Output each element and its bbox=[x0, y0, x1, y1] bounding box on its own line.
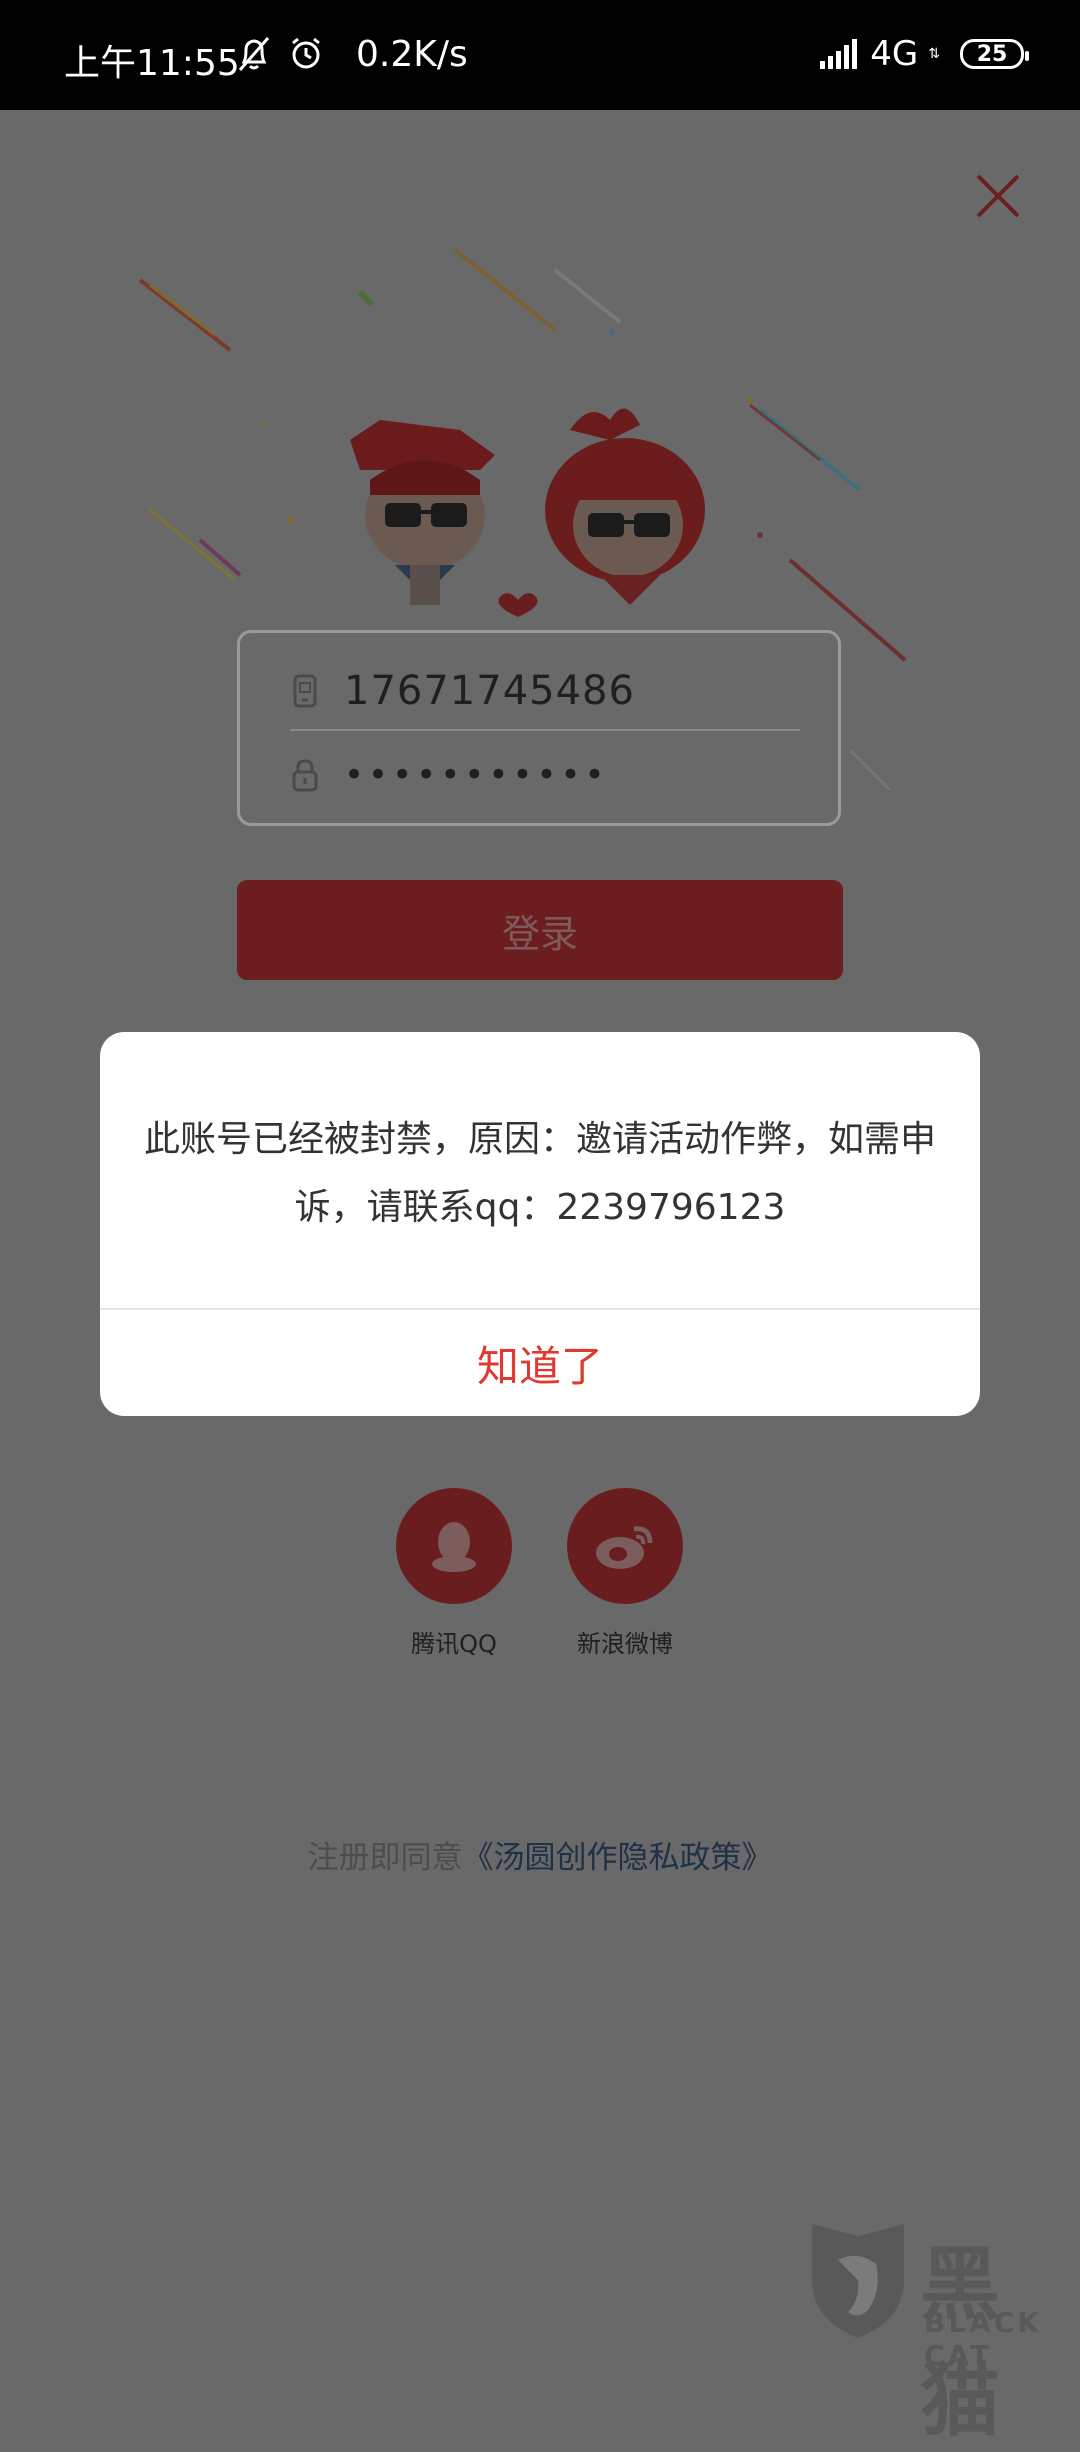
qq-label: 腾讯QQ bbox=[411, 1630, 497, 1658]
dialog-message: 此账号已经被封禁，原因：邀请活动作弊，如需申诉，请联系qq：2239796123 bbox=[143, 1119, 936, 1228]
password-value: ••••••••••• bbox=[344, 755, 609, 795]
status-bar: 上午11:55 0.2K/s 4G ⇅ 25 bbox=[0, 0, 1080, 110]
qq-icon bbox=[396, 1488, 512, 1604]
network-speed: 0.2K/s bbox=[356, 34, 468, 75]
phone-field[interactable]: 17671745486 bbox=[290, 653, 800, 731]
watermark-subtext: BLACK CAT bbox=[924, 2306, 1043, 2372]
privacy-policy-link[interactable]: 《汤圆创作隐私政策》 bbox=[463, 1840, 773, 1876]
status-icons bbox=[236, 30, 324, 78]
watermark: 黑猫 BLACK CAT bbox=[808, 2220, 1080, 2447]
login-form: 17671745486 ••••••••••• bbox=[237, 630, 841, 826]
mute-bell-icon bbox=[238, 37, 270, 71]
status-time: 上午11:55 bbox=[64, 43, 240, 84]
phone-icon bbox=[290, 672, 320, 710]
login-button-label: 登录 bbox=[501, 911, 578, 956]
privacy-policy-line: 注册即同意《汤圆创作隐私政策》 bbox=[0, 1832, 1080, 1877]
battery-icon: 25 bbox=[960, 39, 1029, 69]
ban-alert-dialog: 此账号已经被封禁，原因：邀请活动作弊，如需申诉，请联系qq：2239796123… bbox=[100, 1032, 980, 1416]
cat-logo-icon bbox=[812, 2224, 904, 2338]
battery-level: 25 bbox=[976, 41, 1008, 67]
dialog-confirm-label: 知道了 bbox=[476, 1341, 603, 1391]
alarm-icon bbox=[292, 37, 320, 69]
phone-value: 17671745486 bbox=[344, 668, 635, 714]
password-field[interactable]: ••••••••••• bbox=[290, 743, 800, 807]
close-icon[interactable] bbox=[972, 170, 1024, 222]
weibo-icon bbox=[567, 1488, 683, 1604]
signal-icon bbox=[820, 39, 858, 69]
weibo-login-button[interactable]: 新浪微博 bbox=[535, 1488, 715, 1659]
status-right: 4G ⇅ 25 bbox=[820, 34, 1029, 74]
dialog-confirm-button[interactable]: 知道了 bbox=[100, 1310, 980, 1416]
data-arrows-icon: ⇅ bbox=[928, 46, 940, 62]
network-type: 4G bbox=[870, 34, 919, 74]
policy-prefix: 注册即同意 bbox=[307, 1840, 463, 1876]
login-button[interactable]: 登录 bbox=[237, 880, 843, 980]
qq-login-button[interactable]: 腾讯QQ bbox=[364, 1488, 544, 1659]
weibo-label: 新浪微博 bbox=[577, 1630, 673, 1658]
lock-icon bbox=[290, 756, 320, 794]
